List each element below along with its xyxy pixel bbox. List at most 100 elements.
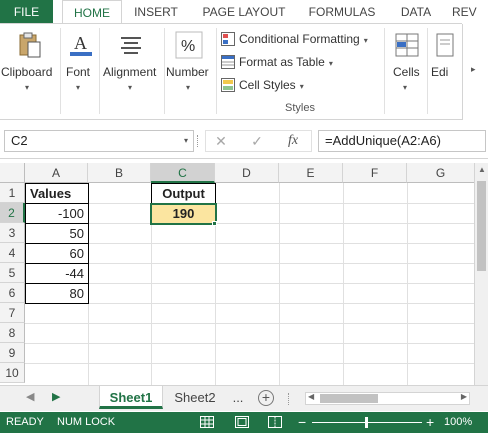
row-header-3[interactable]: 3 [0,223,25,243]
tab-home[interactable]: HOME [62,0,122,24]
cell-a3[interactable]: 50 [25,223,89,244]
chevron-down-icon: ▾ [328,59,333,68]
scroll-right-icon[interactable]: ▶ [461,392,467,401]
tab-review[interactable]: REV [452,0,488,24]
prev-sheet-icon[interactable]: ◀ [26,390,34,403]
zoom-out-button[interactable]: − [298,412,306,433]
chevron-down-icon: ▾ [363,36,368,45]
scroll-left-icon[interactable]: ◀ [308,392,314,401]
font-group[interactable]: A Font ▾ [61,24,97,119]
column-header-a[interactable]: A [25,163,88,183]
percent-icon: % [175,31,203,59]
row-header-9[interactable]: 9 [0,343,25,363]
chevron-down-icon: ▾ [128,83,133,92]
row-header-4[interactable]: 4 [0,243,25,263]
sheet-tab-sheet1[interactable]: Sheet1 [99,386,163,409]
tab-insert[interactable]: INSERT [128,0,184,24]
cell-a1-values-header[interactable]: Values [25,183,89,204]
row-header-2[interactable]: 2 [0,203,25,223]
cell-a5[interactable]: -44 [25,263,89,284]
fill-handle[interactable] [212,221,217,226]
enter-button[interactable]: ✓ [246,131,268,151]
zoom-level[interactable]: 100% [444,412,472,433]
row-header-10[interactable]: 10 [0,363,25,383]
scroll-up-icon[interactable]: ▲ [478,165,486,174]
more-sheets-button[interactable]: ... [228,386,248,409]
conditional-formatting-icon [221,31,235,46]
alignment-group[interactable]: Alignment ▾ [100,24,162,119]
gridline [25,283,474,284]
zoom-slider-thumb[interactable] [365,417,368,428]
cells-group[interactable]: Cells ▾ [388,24,426,119]
page-break-view-icon[interactable] [268,416,282,428]
chevron-down-icon: ▾ [25,83,30,92]
cell-c1-output-header[interactable]: Output [151,183,216,204]
select-all-corner[interactable] [0,163,25,183]
row-header-5[interactable]: 5 [0,263,25,283]
column-header-c[interactable]: C [151,163,215,183]
number-group[interactable]: % Number ▾ [165,24,215,119]
column-header-f[interactable]: F [343,163,407,183]
next-sheet-icon[interactable]: ▶ [52,390,60,403]
alignment-label: Alignment [103,65,157,79]
vertical-scrollbar[interactable]: ▲ [474,163,488,385]
align-lines-icon [121,37,141,54]
row-header-8[interactable]: 8 [0,323,25,343]
horizontal-scroll-thumb[interactable] [320,394,378,403]
group-divider [427,28,428,114]
insert-function-button[interactable]: fx [282,131,304,151]
chevron-down-icon: ▾ [76,83,81,92]
group-divider [384,28,385,114]
format-as-table-button[interactable]: Format as Table ▾ [221,52,333,72]
cancel-button[interactable]: ✕ [210,131,232,151]
column-header-e[interactable]: E [279,163,343,183]
tab-data[interactable]: DATA [392,0,440,24]
editing-group[interactable]: Edi [429,24,462,119]
cell-a6[interactable]: 80 [25,283,89,304]
normal-view-icon[interactable] [200,416,214,428]
zoom-in-button[interactable]: + [426,412,434,433]
ribbon: Clipboard ▾ A Font ▾ Alignment ▾ % Numbe… [0,23,462,120]
column-header-g[interactable]: G [407,163,474,183]
format-as-table-label: Format as Table [239,55,325,69]
add-sheet-button[interactable]: + [258,390,274,406]
table-icon [221,54,235,69]
worksheet-grid[interactable]: A B C D E F G 1 2 3 4 5 6 7 8 9 10 Value… [0,163,474,385]
status-bar: READY NUM LOCK − + 100% [0,412,488,433]
ribbon-scroll-button[interactable]: ▸ [462,24,488,120]
tab-file[interactable]: FILE [0,0,53,24]
cells-label: Cells [393,65,420,79]
tab-page-layout[interactable]: PAGE LAYOUT [196,0,292,24]
sheet-tab-sheet2[interactable]: Sheet2 [166,386,224,409]
resize-handle[interactable] [197,135,199,147]
vertical-scroll-thumb[interactable] [477,181,486,271]
conditional-formatting-button[interactable]: Conditional Formatting ▾ [221,29,368,49]
gridline [25,263,474,264]
clipboard-group[interactable]: Clipboard ▾ [0,24,60,119]
clipboard-label: Clipboard [1,65,53,79]
formula-input[interactable]: =AddUnique(A2:A6) [318,130,486,152]
row-header-6[interactable]: 6 [0,283,25,303]
row-header-7[interactable]: 7 [0,303,25,323]
svg-text:A: A [74,33,87,53]
column-header-d[interactable]: D [215,163,279,183]
page-layout-view-icon[interactable] [235,416,249,428]
cell-styles-label: Cell Styles [239,78,296,92]
gridline [25,303,474,304]
cell-a2[interactable]: -100 [25,203,89,224]
row-header-1[interactable]: 1 [0,183,25,203]
column-header-b[interactable]: B [88,163,151,183]
cell-a4[interactable]: 60 [25,243,89,264]
chevron-down-icon: ▾ [186,83,191,92]
horizontal-scrollbar[interactable]: ◀ ▶ [305,392,470,405]
group-divider [216,28,217,114]
name-box-value: C2 [11,133,28,148]
cell-c2-selected[interactable]: 190 [150,203,217,225]
gridline [25,343,474,344]
tab-split-handle[interactable] [288,393,290,405]
tab-formulas[interactable]: FORMULAS [303,0,381,24]
cell-styles-button[interactable]: Cell Styles ▾ [221,75,304,95]
gridline [25,243,474,244]
gridline [407,183,408,385]
name-box[interactable]: C2 ▾ [4,130,194,152]
